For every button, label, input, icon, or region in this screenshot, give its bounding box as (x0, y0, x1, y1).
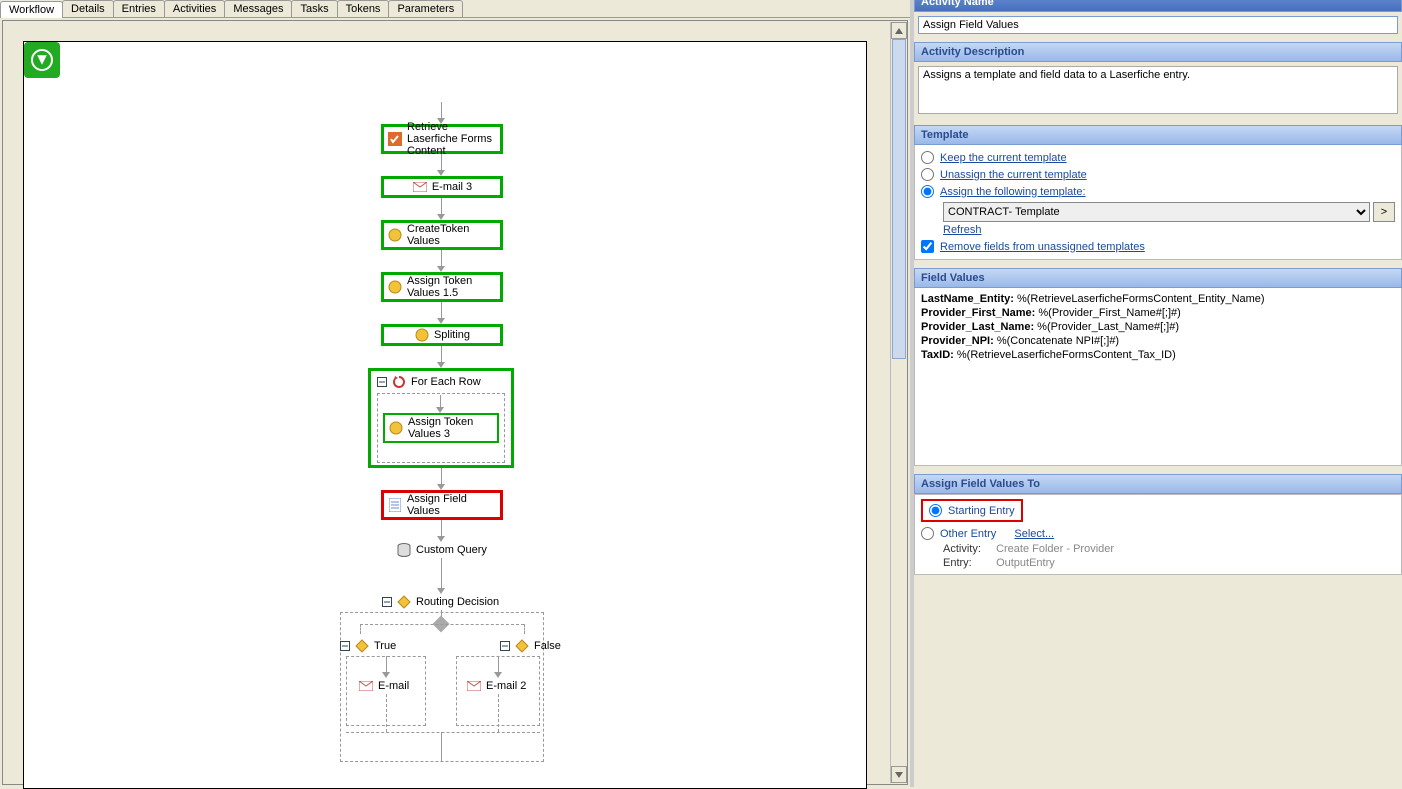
diamond-icon (354, 638, 370, 654)
node-custom-query[interactable]: Custom Query (396, 542, 487, 558)
node-assign-token-15[interactable]: Assign Token Values 1.5 (381, 272, 503, 302)
tab-tokens[interactable]: Tokens (337, 0, 390, 17)
field-value-row: LastName_Entity: %(RetrieveLaserficheFor… (921, 292, 1395, 306)
refresh-link[interactable]: Refresh (943, 222, 982, 238)
collapse-icon[interactable] (377, 377, 387, 387)
node-assign-field-values[interactable]: Assign Field Values (381, 490, 503, 520)
tab-messages[interactable]: Messages (224, 0, 292, 17)
node-label: E-mail 3 (432, 181, 472, 193)
section-field-values: Field Values (914, 268, 1402, 288)
assign-to-body: Starting Entry Other Entry Select... Act… (914, 494, 1402, 575)
node-label: For Each Row (411, 376, 481, 388)
node-email3[interactable]: E-mail 3 (381, 176, 503, 198)
radio-assign-template[interactable]: Assign the following template: (921, 183, 1395, 200)
node-label: E-mail (378, 680, 409, 692)
database-icon (396, 542, 412, 558)
node-email[interactable]: E-mail (358, 678, 409, 694)
select-entry-link[interactable]: Select... (1014, 528, 1054, 540)
node-email2[interactable]: E-mail 2 (466, 678, 526, 694)
email-icon (358, 678, 374, 694)
field-value-row: TaxID: %(RetrieveLaserficheFormsContent_… (921, 348, 1395, 362)
node-label: CreateToken Values (407, 223, 497, 247)
node-false[interactable]: False (500, 638, 561, 654)
node-label: Spliting (434, 329, 470, 341)
node-label: Assign Field Values (407, 493, 497, 517)
node-label: False (534, 640, 561, 652)
canvas-scrollbar[interactable] (890, 22, 907, 783)
node-label: True (374, 640, 396, 652)
node-create-token[interactable]: CreateToken Values (381, 220, 503, 250)
template-body: Keep the current template Unassign the c… (914, 145, 1402, 260)
node-label: Routing Decision (416, 596, 499, 608)
radio-starting-entry[interactable]: Starting Entry (921, 499, 1023, 522)
other-entry-entry: Entry: OutputEntry (943, 556, 1395, 570)
collapse-icon[interactable] (382, 597, 392, 607)
checkbox-remove-fields[interactable]: Remove fields from unassigned templates (921, 238, 1395, 255)
radio-keep-template[interactable]: Keep the current template (921, 149, 1395, 166)
field-value-row: Provider_Last_Name: %(Provider_Last_Name… (921, 320, 1395, 334)
start-node[interactable] (24, 42, 60, 78)
scroll-track[interactable] (891, 39, 907, 766)
tab-workflow[interactable]: Workflow (0, 1, 63, 18)
left-pane: Workflow Details Entries Activities Mess… (0, 0, 910, 787)
section-assign-to: Assign Field Values To (914, 474, 1402, 494)
radio-other-entry[interactable]: Other Entry Select... (921, 525, 1395, 542)
field-value-row: Provider_First_Name: %(Provider_First_Na… (921, 306, 1395, 320)
node-retrieve-forms[interactable]: Retrieve Laserfiche Forms Content (381, 124, 503, 154)
template-select[interactable]: CONTRACT- Template (943, 202, 1370, 222)
tab-bar: Workflow Details Entries Activities Mess… (0, 0, 910, 18)
node-label: Retrieve Laserfiche Forms Content (407, 121, 497, 157)
field-value-row: Provider_NPI: %(Concatenate NPI#[;]#) (921, 334, 1395, 348)
scroll-up-icon[interactable] (891, 22, 907, 39)
loop-icon (391, 374, 407, 390)
diamond-icon (396, 594, 412, 610)
node-label: E-mail 2 (486, 680, 526, 692)
tab-parameters[interactable]: Parameters (388, 0, 463, 17)
template-browse-button[interactable]: > (1373, 202, 1395, 222)
tab-details[interactable]: Details (62, 0, 114, 17)
radio-unassign-template[interactable]: Unassign the current template (921, 166, 1395, 183)
token-icon (388, 420, 404, 436)
token-icon (387, 279, 403, 295)
form-icon (387, 497, 403, 513)
properties-pane: Activity Name Activity Description Templ… (910, 0, 1402, 787)
node-label: Assign Token Values 1.5 (407, 275, 497, 299)
node-for-each[interactable]: For Each Row Assign Token Values 3 (368, 368, 514, 468)
email-icon (466, 678, 482, 694)
canvas-wrapper: Retrieve Laserfiche Forms Content E-mail… (2, 20, 908, 785)
token-icon (387, 227, 403, 243)
node-spliting[interactable]: Spliting (381, 324, 503, 346)
section-activity-name: Activity Name (914, 0, 1402, 12)
scroll-down-icon[interactable] (891, 766, 907, 783)
scroll-thumb[interactable] (892, 39, 906, 359)
node-routing[interactable]: Routing Decision (382, 594, 499, 610)
node-assign-token-3[interactable]: Assign Token Values 3 (383, 413, 499, 443)
activity-name-input[interactable] (918, 16, 1398, 34)
section-template: Template (914, 125, 1402, 145)
tab-tasks[interactable]: Tasks (291, 0, 337, 17)
tab-activities[interactable]: Activities (164, 0, 225, 17)
check-icon (387, 131, 403, 147)
node-label: Assign Token Values 3 (408, 416, 494, 440)
node-true[interactable]: True (340, 638, 396, 654)
diamond-icon (514, 638, 530, 654)
section-activity-description: Activity Description (914, 42, 1402, 62)
activity-description-input[interactable] (918, 66, 1398, 114)
other-entry-activity: Activity: Create Folder - Provider (943, 542, 1395, 556)
token-icon (414, 327, 430, 343)
tab-entries[interactable]: Entries (113, 0, 165, 17)
field-values-body: LastName_Entity: %(RetrieveLaserficheFor… (914, 288, 1402, 466)
workflow-canvas[interactable]: Retrieve Laserfiche Forms Content E-mail… (23, 41, 867, 789)
node-label: Custom Query (416, 544, 487, 556)
start-arrow-icon (31, 49, 53, 71)
collapse-icon[interactable] (500, 641, 510, 651)
email-icon (412, 179, 428, 195)
collapse-icon[interactable] (340, 641, 350, 651)
